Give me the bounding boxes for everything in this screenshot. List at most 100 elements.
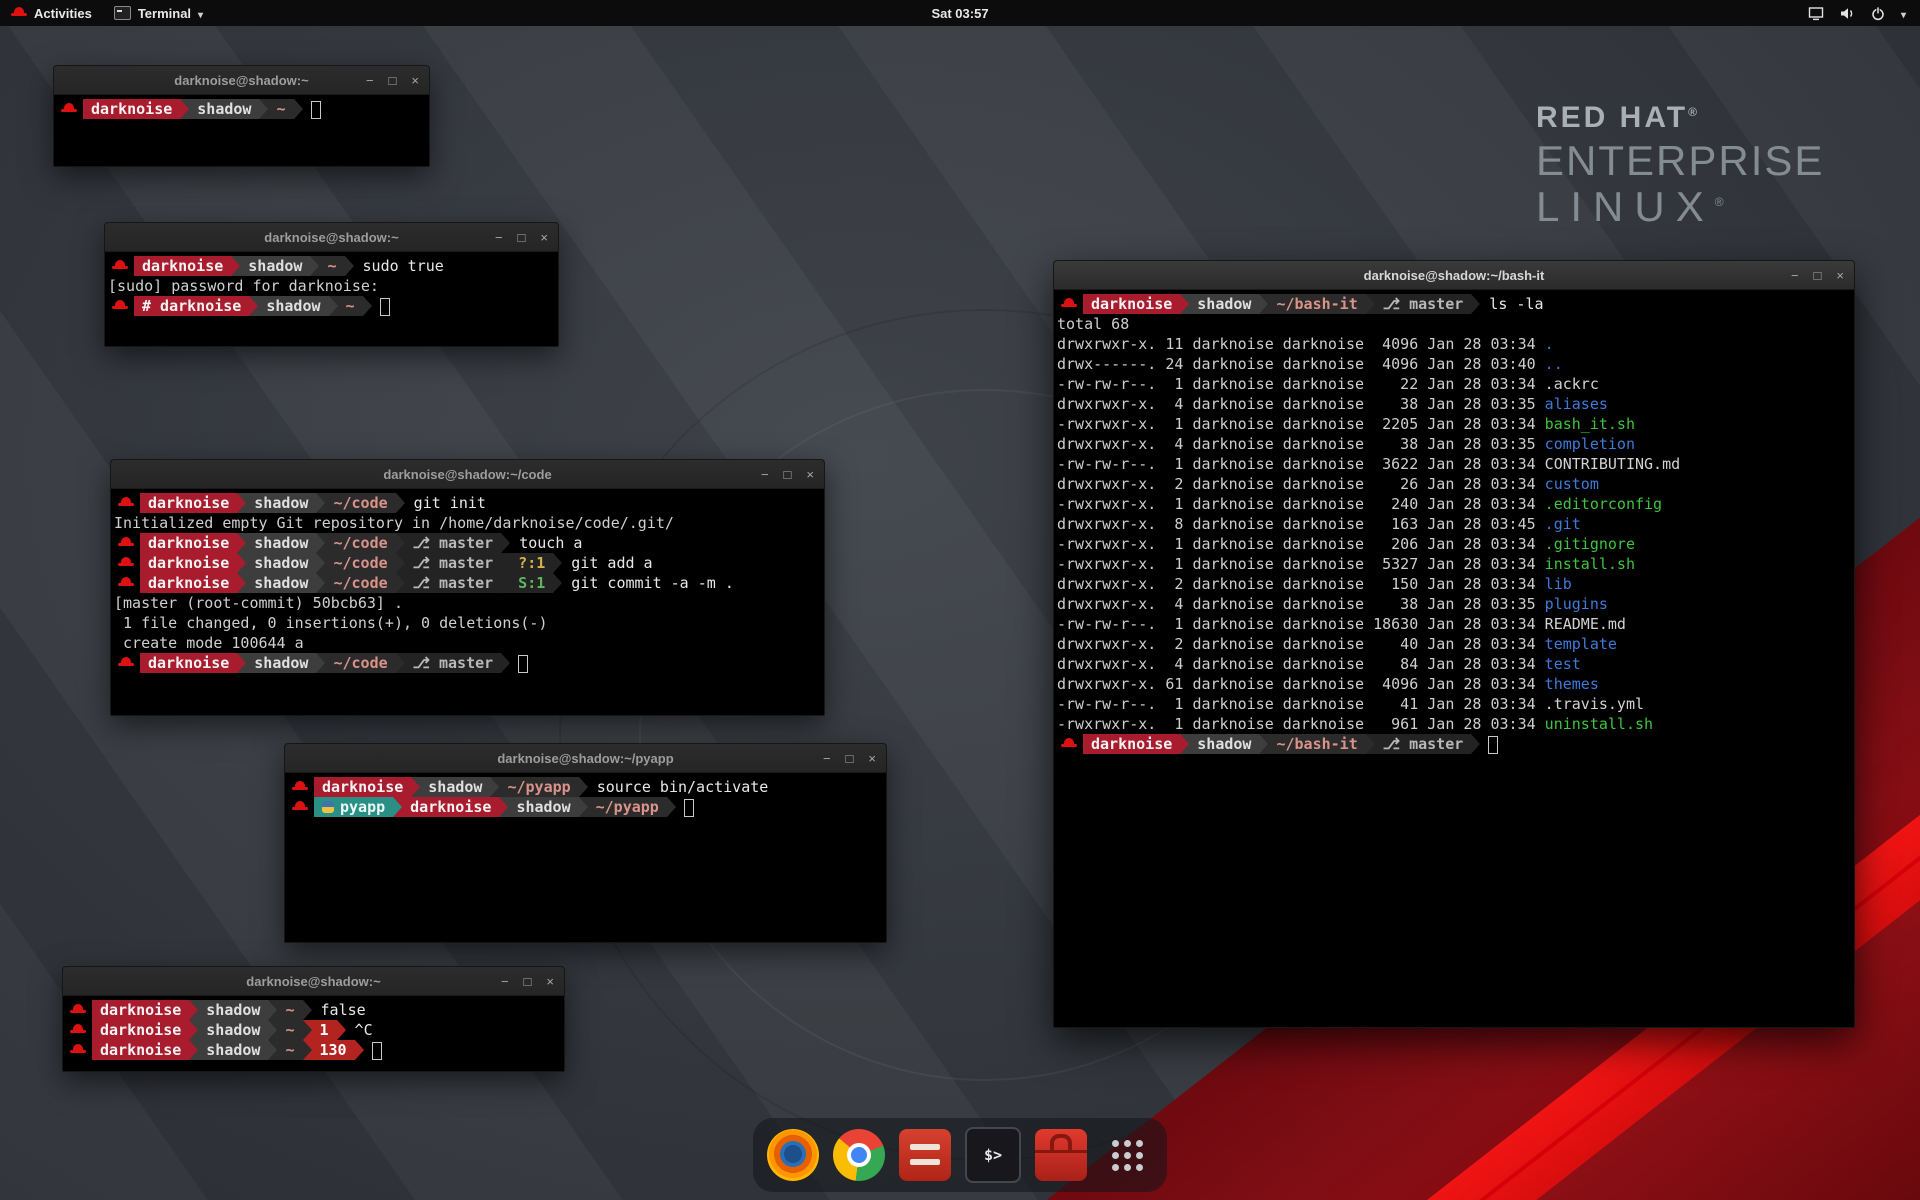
- file-name: plugins: [1545, 594, 1608, 614]
- firefox-icon[interactable]: [767, 1129, 819, 1181]
- output-text: create mode 100644 a: [114, 633, 304, 653]
- prompt-segment-host: shadow: [508, 797, 578, 817]
- minimize-button[interactable]: −: [366, 74, 374, 87]
- clock[interactable]: Sat 03:57: [931, 6, 988, 21]
- system-tray[interactable]: [1808, 6, 1920, 21]
- window-titlebar[interactable]: darknoise@shadow:~ − □ ×: [54, 66, 429, 95]
- window-title: darknoise@shadow:~: [174, 73, 308, 88]
- chrome-icon[interactable]: [833, 1129, 885, 1181]
- powerline-separator-icon: [237, 653, 246, 673]
- powerline-separator-icon: [316, 573, 325, 593]
- powerline-separator-icon: [1471, 294, 1480, 314]
- close-button[interactable]: ×: [546, 975, 554, 988]
- file-meta: -rw-rw-r--. 1 darknoise darknoise 22 Jan…: [1057, 374, 1545, 394]
- file-meta: -rw-rw-r--. 1 darknoise darknoise 41 Jan…: [1057, 694, 1545, 714]
- command-text: ls -la: [1480, 294, 1543, 314]
- minimize-button[interactable]: −: [501, 975, 509, 988]
- terminal-output-line: drwxrwxr-x. 4 darknoise darknoise 38 Jan…: [1057, 594, 1851, 614]
- terminal-window-home-2[interactable]: darknoise@shadow:~ − □ × darknoiseshadow…: [62, 966, 565, 1072]
- close-button[interactable]: ×: [411, 74, 419, 87]
- dock: $>: [753, 1118, 1167, 1192]
- minimize-button[interactable]: −: [1791, 269, 1799, 282]
- terminal-cursor: [1488, 736, 1498, 754]
- redhat-icon: [70, 1003, 86, 1017]
- prompt-segment-branch: ⎇ master: [1375, 294, 1472, 314]
- prompt-segment-path: ~/pyapp: [499, 777, 578, 797]
- terminal-content[interactable]: darknoiseshadow~/bash-it⎇ master ls -lat…: [1054, 290, 1854, 758]
- powerline-separator-icon: [189, 1000, 198, 1020]
- window-titlebar[interactable]: darknoise@shadow:~/pyapp − □ ×: [285, 744, 886, 773]
- close-button[interactable]: ×: [1836, 269, 1844, 282]
- terminal-content[interactable]: darknoiseshadow~ falsedarknoiseshadow~1 …: [63, 996, 564, 1064]
- file-meta: -rwxrwxr-x. 1 darknoise darknoise 5327 J…: [1057, 554, 1545, 574]
- powerline-separator-icon: [553, 573, 562, 593]
- window-titlebar[interactable]: darknoise@shadow:~ − □ ×: [63, 967, 564, 996]
- terminal-window-bash-it[interactable]: darknoise@shadow:~/bash-it − □ × darknoi…: [1053, 260, 1855, 1028]
- minimize-button[interactable]: −: [823, 752, 831, 765]
- file-name: lib: [1545, 574, 1572, 594]
- close-button[interactable]: ×: [540, 231, 548, 244]
- prompt-segment-branch: ⎇ master: [405, 553, 502, 573]
- maximize-button[interactable]: □: [784, 468, 792, 481]
- close-button[interactable]: ×: [868, 752, 876, 765]
- minimize-button[interactable]: −: [495, 231, 503, 244]
- prompt-line: darknoiseshadow~/code⎇ master?:1 git add…: [114, 553, 821, 573]
- maximize-button[interactable]: □: [1814, 269, 1822, 282]
- maximize-button[interactable]: □: [524, 975, 532, 988]
- file-meta: drwxrwxr-x. 4 darknoise darknoise 38 Jan…: [1057, 594, 1545, 614]
- file-name: custom: [1545, 474, 1599, 494]
- app-menu[interactable]: Terminal: [103, 0, 214, 26]
- file-meta: drwxrwxr-x. 2 darknoise darknoise 26 Jan…: [1057, 474, 1545, 494]
- redhat-icon: [118, 556, 134, 570]
- terminal-content[interactable]: darknoiseshadow~: [54, 95, 429, 123]
- prompt-segment-path: ~: [277, 1000, 302, 1020]
- file-meta: -rwxrwxr-x. 1 darknoise darknoise 2205 J…: [1057, 414, 1545, 434]
- window-title: darknoise@shadow:~/bash-it: [1364, 268, 1545, 283]
- output-text: 1 file changed, 0 insertions(+), 0 delet…: [114, 613, 547, 633]
- terminal-window-home-1[interactable]: darknoise@shadow:~ − □ × darknoiseshadow…: [53, 65, 430, 167]
- prompt-segment-path: ~: [338, 296, 363, 316]
- powerline-separator-icon: [310, 256, 319, 276]
- prompt-segment-host: shadow: [246, 653, 316, 673]
- powerline-separator-icon: [490, 777, 499, 797]
- terminal-cursor: [518, 655, 528, 673]
- terminal-output-line: [sudo] password for darknoise:: [108, 276, 555, 296]
- terminal-content[interactable]: darknoiseshadow~ sudo true[sudo] passwor…: [105, 252, 558, 320]
- terminal-window-code[interactable]: darknoise@shadow:~/code − □ × darknoises…: [110, 459, 825, 716]
- minimize-button[interactable]: −: [761, 468, 769, 481]
- output-text: total 68: [1057, 314, 1129, 334]
- prompt-segment-host: shadow: [246, 493, 316, 513]
- show-apps-icon[interactable]: [1101, 1129, 1153, 1181]
- window-titlebar[interactable]: darknoise@shadow:~/bash-it − □ ×: [1054, 261, 1854, 290]
- file-name: README.md: [1545, 614, 1626, 634]
- close-button[interactable]: ×: [806, 468, 814, 481]
- prompt-segment-user: darknoise: [140, 553, 237, 573]
- powerline-separator-icon: [237, 573, 246, 593]
- terminal-icon[interactable]: $>: [965, 1127, 1021, 1183]
- file-meta: drwxrwxr-x. 61 darknoise darknoise 4096 …: [1057, 674, 1545, 694]
- terminal-output-line: -rwxrwxr-x. 1 darknoise darknoise 5327 J…: [1057, 554, 1851, 574]
- window-titlebar[interactable]: darknoise@shadow:~ − □ ×: [105, 223, 558, 252]
- command-text: git commit -a -m .: [562, 573, 734, 593]
- prompt-segment-user: darknoise: [140, 573, 237, 593]
- desktop: RED HAT® ENTERPRISE LINUX® Activities Te…: [0, 0, 1920, 1200]
- terminal-window-pyapp[interactable]: darknoise@shadow:~/pyapp − □ × darknoise…: [284, 743, 887, 943]
- terminal-content[interactable]: darknoiseshadow~/code git initInitialize…: [111, 489, 824, 677]
- window-title: darknoise@shadow:~/pyapp: [497, 751, 673, 766]
- prompt-segment-host: shadow: [189, 99, 259, 119]
- file-meta: -rwxrwxr-x. 1 darknoise darknoise 240 Ja…: [1057, 494, 1545, 514]
- terminal-output-line: drwxrwxr-x. 2 darknoise darknoise 40 Jan…: [1057, 634, 1851, 654]
- powerline-separator-icon: [237, 493, 246, 513]
- terminal-content[interactable]: darknoiseshadow~/pyapp source bin/activa…: [285, 773, 886, 821]
- maximize-button[interactable]: □: [389, 74, 397, 87]
- maximize-button[interactable]: □: [518, 231, 526, 244]
- software-toolbox-icon[interactable]: [1035, 1129, 1087, 1181]
- files-icon[interactable]: [899, 1129, 951, 1181]
- activities-button[interactable]: Activities: [0, 0, 103, 26]
- window-titlebar[interactable]: darknoise@shadow:~/code − □ ×: [111, 460, 824, 489]
- maximize-button[interactable]: □: [846, 752, 854, 765]
- prompt-segment-user: darknoise: [402, 797, 499, 817]
- terminal-output-line: create mode 100644 a: [114, 633, 821, 653]
- terminal-window-sudo[interactable]: darknoise@shadow:~ − □ × darknoiseshadow…: [104, 222, 559, 347]
- chevron-down-icon: [198, 6, 203, 21]
